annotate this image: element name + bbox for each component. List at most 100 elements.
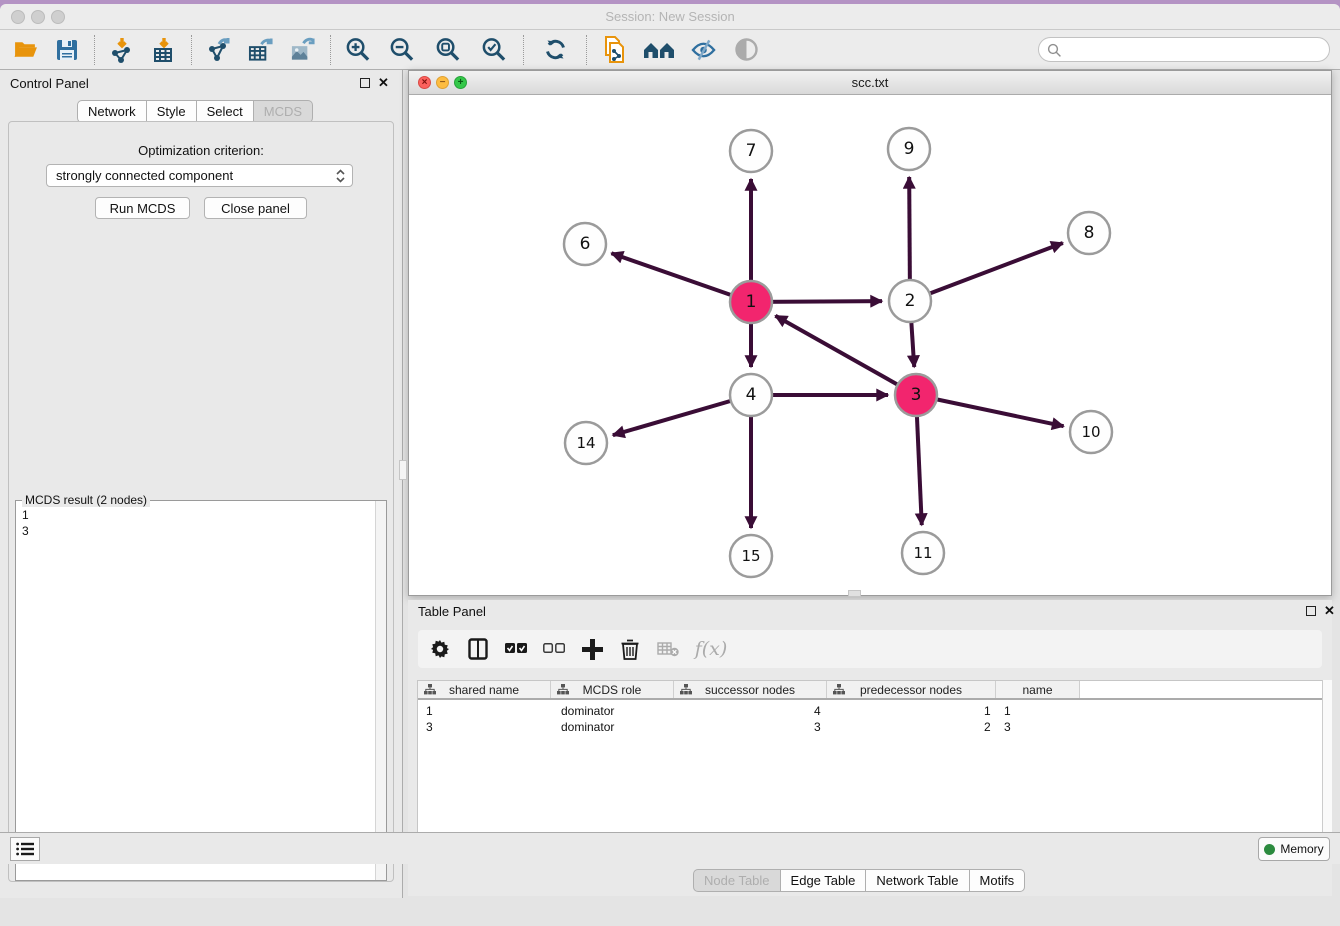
select-spinner-icon bbox=[336, 169, 345, 183]
import-network-icon[interactable] bbox=[109, 37, 135, 63]
export-table-icon[interactable] bbox=[248, 37, 274, 63]
task-history-button[interactable] bbox=[10, 837, 40, 861]
refresh-icon[interactable] bbox=[542, 37, 568, 63]
float-panel-icon[interactable] bbox=[360, 78, 370, 88]
toolbar-separator bbox=[94, 35, 95, 65]
close-table-panel-icon[interactable]: ✕ bbox=[1324, 603, 1335, 619]
network-window-title-bar[interactable]: × − + scc.txt bbox=[409, 71, 1331, 95]
float-table-panel-icon[interactable] bbox=[1306, 606, 1316, 616]
hierarchy-icon bbox=[680, 684, 692, 695]
memory-label: Memory bbox=[1280, 842, 1323, 856]
mcds-result-item[interactable]: 3 bbox=[22, 523, 370, 539]
graph-node-label-1: 1 bbox=[746, 292, 757, 312]
mcds-result-item[interactable]: 1 bbox=[22, 507, 370, 523]
graph-edge-2-8[interactable] bbox=[910, 243, 1063, 301]
table-row[interactable]: 1 dominator 4 1 1 bbox=[418, 703, 1332, 719]
status-bar: Memory bbox=[0, 832, 1340, 864]
open-session-icon[interactable] bbox=[12, 37, 38, 63]
col-name[interactable]: name bbox=[996, 681, 1080, 698]
table-scrollbar[interactable] bbox=[1322, 680, 1332, 856]
table-tabs: Node Table Edge Table Network Table Moti… bbox=[693, 869, 1025, 892]
result-scrollbar[interactable] bbox=[375, 501, 386, 880]
deselect-all-checkboxes-icon[interactable] bbox=[542, 637, 566, 661]
mcds-result-list[interactable]: 1 3 bbox=[16, 503, 376, 880]
tab-network[interactable]: Network bbox=[77, 100, 147, 123]
search-box bbox=[1038, 37, 1330, 62]
first-neighbors-icon[interactable] bbox=[643, 37, 675, 63]
tab-node-table[interactable]: Node Table bbox=[693, 869, 781, 892]
toolbar-separator bbox=[523, 35, 524, 65]
run-mcds-button[interactable]: Run MCDS bbox=[95, 197, 190, 219]
import-table-icon[interactable] bbox=[151, 37, 177, 63]
export-image-icon[interactable] bbox=[290, 37, 316, 63]
close-panel-button[interactable]: Close panel bbox=[204, 197, 307, 219]
col-mcds-role[interactable]: MCDS role bbox=[551, 681, 674, 698]
toolbar-separator bbox=[586, 35, 587, 65]
table-header: shared name MCDS role successor nodes pr… bbox=[418, 681, 1332, 700]
graph-node-label-11: 11 bbox=[913, 544, 932, 562]
control-panel-title: Control Panel bbox=[10, 76, 89, 91]
search-input[interactable] bbox=[1065, 40, 1323, 59]
memory-button[interactable]: Memory bbox=[1258, 837, 1330, 861]
network-canvas[interactable]: 1234678910111415 bbox=[409, 95, 1331, 595]
graph-node-label-2: 2 bbox=[905, 291, 916, 311]
control-panel: Control Panel ✕ Network Style Select MCD… bbox=[0, 70, 403, 898]
horizontal-splitter-grip[interactable] bbox=[848, 590, 861, 597]
graph-node-label-10: 10 bbox=[1081, 423, 1100, 441]
add-column-icon[interactable] bbox=[580, 637, 604, 661]
mcds-result-box: MCDS result (2 nodes) 1 3 bbox=[15, 500, 387, 881]
save-session-icon[interactable] bbox=[54, 37, 80, 63]
show-graphics-details-icon[interactable] bbox=[733, 37, 759, 63]
graph-node-label-3: 3 bbox=[911, 385, 922, 405]
col-shared-name[interactable]: shared name bbox=[418, 681, 551, 698]
graph-node-label-6: 6 bbox=[580, 234, 591, 254]
network-view-window: × − + scc.txt 1234678910111415 bbox=[408, 70, 1332, 596]
select-all-checkboxes-icon[interactable] bbox=[504, 637, 528, 661]
optimization-criterion-label: Optimization criterion: bbox=[9, 143, 393, 158]
hide-graphics-details-icon[interactable] bbox=[691, 37, 717, 63]
tab-mcds[interactable]: MCDS bbox=[254, 100, 313, 123]
duplicate-network-icon[interactable] bbox=[601, 37, 627, 63]
memory-status-icon bbox=[1264, 844, 1275, 855]
search-icon bbox=[1047, 43, 1062, 58]
table-row[interactable]: 3 dominator 3 2 3 bbox=[418, 719, 1332, 735]
hierarchy-icon bbox=[557, 684, 569, 695]
zoom-selected-icon[interactable] bbox=[481, 37, 507, 63]
application-window: Session: New Session bbox=[0, 4, 1340, 926]
network-window-title: scc.txt bbox=[409, 75, 1331, 90]
graph-edge-3-10[interactable] bbox=[916, 395, 1064, 426]
vertical-splitter-grip[interactable] bbox=[399, 460, 407, 480]
hierarchy-icon bbox=[424, 684, 436, 695]
tab-motifs[interactable]: Motifs bbox=[970, 869, 1026, 892]
hierarchy-icon bbox=[833, 684, 845, 695]
optimization-criterion-value: strongly connected component bbox=[56, 168, 233, 183]
app-title-bar: Session: New Session bbox=[0, 4, 1340, 30]
toolbar-separator bbox=[330, 35, 331, 65]
settings-icon[interactable] bbox=[428, 637, 452, 661]
control-panel-tabs: Network Style Select MCDS bbox=[77, 100, 313, 123]
graph-node-label-8: 8 bbox=[1084, 223, 1095, 243]
list-icon bbox=[16, 842, 34, 856]
tab-network-table[interactable]: Network Table bbox=[866, 869, 969, 892]
tab-style[interactable]: Style bbox=[147, 100, 197, 123]
graph-edge-3-1[interactable] bbox=[775, 316, 916, 395]
network-graph[interactable]: 1234678910111415 bbox=[409, 95, 1331, 595]
zoom-fit-icon[interactable] bbox=[435, 37, 461, 63]
zoom-out-icon[interactable] bbox=[389, 37, 415, 63]
table-toolbar: f(x) bbox=[418, 630, 1322, 668]
app-title: Session: New Session bbox=[0, 9, 1340, 24]
delete-table-icon bbox=[656, 637, 680, 661]
optimization-criterion-select[interactable]: strongly connected component bbox=[46, 164, 353, 187]
zoom-in-icon[interactable] bbox=[345, 37, 371, 63]
export-network-icon[interactable] bbox=[206, 37, 232, 63]
mcds-tab-content: Optimization criterion: strongly connect… bbox=[8, 121, 394, 882]
tab-edge-table[interactable]: Edge Table bbox=[781, 869, 867, 892]
close-panel-icon[interactable]: ✕ bbox=[378, 75, 389, 91]
column-browser-icon[interactable] bbox=[466, 637, 490, 661]
tab-select[interactable]: Select bbox=[197, 100, 254, 123]
col-successor-nodes[interactable]: successor nodes bbox=[674, 681, 827, 698]
col-predecessor-nodes[interactable]: predecessor nodes bbox=[827, 681, 996, 698]
delete-column-icon[interactable] bbox=[618, 637, 642, 661]
function-builder-icon: f(x) bbox=[694, 637, 728, 661]
toolbar-separator bbox=[191, 35, 192, 65]
